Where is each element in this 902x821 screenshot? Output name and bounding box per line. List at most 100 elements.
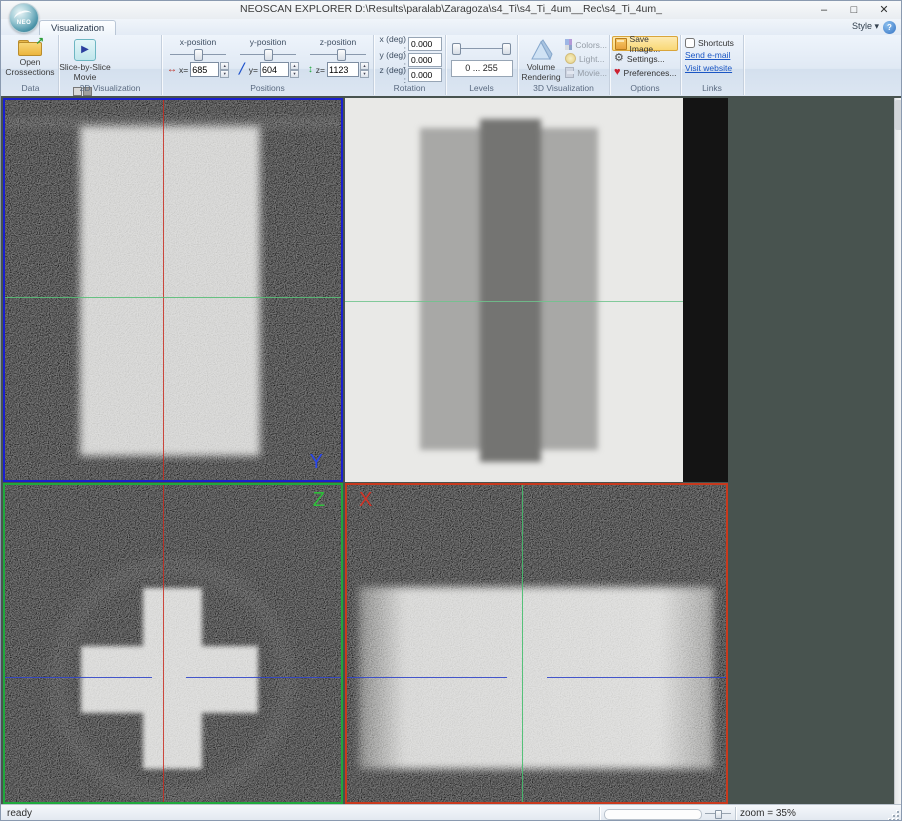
x-prefix: x=: [179, 65, 188, 75]
vertical-scrollbar[interactable]: [894, 98, 902, 804]
crosshair-y-blue-line-right[interactable]: [186, 677, 341, 678]
crosshair-z-green-line[interactable]: [522, 485, 523, 802]
zoom-slider[interactable]: [705, 813, 731, 814]
x-position-slider[interactable]: [170, 48, 226, 60]
x-value-input[interactable]: [190, 62, 219, 77]
y-position-slider[interactable]: [240, 48, 296, 60]
app-logo-icon[interactable]: NEO: [9, 3, 39, 33]
app-logo-text: NEO: [10, 20, 38, 26]
z-spinner: ▴ ▾: [360, 62, 369, 77]
y-axis-icon: ╱: [237, 64, 247, 76]
window-controls: – □ ✕: [809, 1, 899, 19]
preferences-label: Preferences...: [624, 68, 677, 78]
x-slider-thumb[interactable]: [194, 49, 203, 61]
settings-button[interactable]: ⚙ Settings...: [612, 52, 678, 65]
scrollbar-thumb[interactable]: [895, 100, 902, 130]
movie-label: Movie...: [577, 68, 607, 78]
z-axis-icon: ↕: [307, 64, 314, 76]
x-spin-down-icon[interactable]: ▾: [220, 70, 229, 78]
z-spin-up-icon[interactable]: ▴: [360, 62, 369, 70]
visit-website-link[interactable]: Visit website: [685, 63, 739, 75]
shortcuts-checkbox[interactable]: [685, 38, 695, 48]
save-image-button[interactable]: Save Image...: [612, 36, 678, 51]
x-axis-icon: ↔: [167, 64, 177, 76]
tab-visualization[interactable]: Visualization: [39, 20, 116, 36]
rotation-x-input[interactable]: [408, 37, 442, 51]
group-3d-visualization: Volume Rendering Colors... Light... Movi…: [518, 35, 610, 95]
help-icon[interactable]: ?: [883, 21, 896, 34]
viewport-x-slice[interactable]: X: [345, 483, 728, 804]
levels-max-thumb[interactable]: [502, 43, 511, 55]
preferences-heart-icon: ♥: [614, 67, 621, 78]
application-window: NEOSCAN EXPLORER D:\Results\paralab\Zara…: [0, 0, 902, 821]
y-value-input[interactable]: [260, 62, 289, 77]
crosshair-x-red-line[interactable]: [163, 100, 164, 480]
open-crossections-button[interactable]: ↗ Open Crossections: [3, 35, 57, 78]
colors-button: Colors...: [565, 38, 607, 51]
render-green-line[interactable]: [345, 301, 683, 302]
zoom-slider-thumb[interactable]: [715, 810, 722, 819]
style-menu[interactable]: Style ▾: [852, 21, 879, 32]
z-position-title: z-position: [305, 37, 371, 48]
viewport-x-label: X: [359, 489, 372, 512]
rotation-y-input[interactable]: [408, 53, 442, 67]
viewport-z-slice[interactable]: Z: [3, 483, 343, 804]
status-separator: [735, 807, 736, 820]
group-links-label: Links: [681, 83, 743, 93]
light-label: Light...: [579, 54, 605, 64]
y-spinbox: ▴ ▾: [260, 62, 299, 77]
preferences-button[interactable]: ♥ Preferences...: [612, 66, 678, 79]
group-options-label: Options: [610, 83, 680, 93]
rotation-z-input[interactable]: [408, 68, 442, 82]
slice-movie-label: Slice-by-Slice Movie: [59, 63, 111, 83]
y-slider-thumb[interactable]: [264, 49, 273, 61]
colors-icon: [565, 39, 572, 50]
levels-slider[interactable]: [452, 42, 511, 55]
group-levels: 0 ... 255 Levels: [446, 35, 518, 95]
y-spin-down-icon[interactable]: ▾: [290, 70, 299, 78]
light-bulb-icon: [565, 53, 576, 64]
crosshair-y-blue-line-left[interactable]: [5, 677, 152, 678]
progress-bar: [604, 809, 702, 820]
film-icon: [565, 67, 574, 78]
viewport-volume-render[interactable]: [345, 98, 728, 482]
group-positions: x-position ↔ x= ▴ ▾: [162, 35, 374, 95]
close-icon[interactable]: ✕: [869, 1, 899, 18]
group-options: Save Image... ⚙ Settings... ♥ Preference…: [610, 35, 681, 95]
z-spinbox: ▴ ▾: [327, 62, 369, 77]
x-spin-up-icon[interactable]: ▴: [220, 62, 229, 70]
crosshair-y-blue-line-right[interactable]: [547, 677, 726, 678]
shortcuts-row: Shortcuts: [685, 36, 739, 49]
render-inner-band: [480, 119, 541, 462]
send-email-link[interactable]: Send e-mail: [685, 50, 739, 62]
x-spinner: ▴ ▾: [220, 62, 229, 77]
crosshair-z-green-line[interactable]: [5, 297, 341, 298]
resize-grip[interactable]: [887, 809, 899, 821]
crosshair-x-red-line[interactable]: [163, 485, 164, 802]
z-slice-cross-horizontal: [81, 646, 258, 713]
levels-min-thumb[interactable]: [452, 43, 461, 55]
zoom-level-text: zoom = 35%: [740, 808, 796, 819]
z-spin-down-icon[interactable]: ▾: [360, 70, 369, 78]
x-position-title: x-position: [165, 37, 231, 48]
volume-rendering-button[interactable]: Volume Rendering: [518, 35, 564, 83]
slice-by-slice-movie-button[interactable]: ▶ Slice-by-Slice Movie: [59, 35, 111, 83]
volume-rendering-icon: [529, 39, 553, 61]
crosshair-y-blue-line-left[interactable]: [347, 677, 507, 678]
group-links: Shortcuts Send e-mail Visit website Link…: [681, 35, 744, 95]
group-2d-label: 2D Visualization: [59, 83, 161, 93]
viewport-y-label: Y: [310, 451, 323, 474]
group-data-label: Data: [3, 83, 58, 93]
z-value-input[interactable]: [327, 62, 359, 77]
colors-label: Colors...: [575, 40, 607, 50]
z-position-slider[interactable]: [310, 48, 366, 60]
settings-gear-icon: ⚙: [614, 53, 624, 64]
window-title: NEOSCAN EXPLORER D:\Results\paralab\Zara…: [1, 3, 901, 15]
movie-button: Movie...: [565, 66, 607, 79]
minimize-icon[interactable]: –: [809, 1, 839, 18]
y-spin-up-icon[interactable]: ▴: [290, 62, 299, 70]
save-image-icon: [615, 38, 627, 50]
maximize-icon[interactable]: □: [839, 1, 869, 18]
viewport-y-slice[interactable]: Y: [3, 98, 343, 482]
z-slider-thumb[interactable]: [337, 49, 346, 61]
